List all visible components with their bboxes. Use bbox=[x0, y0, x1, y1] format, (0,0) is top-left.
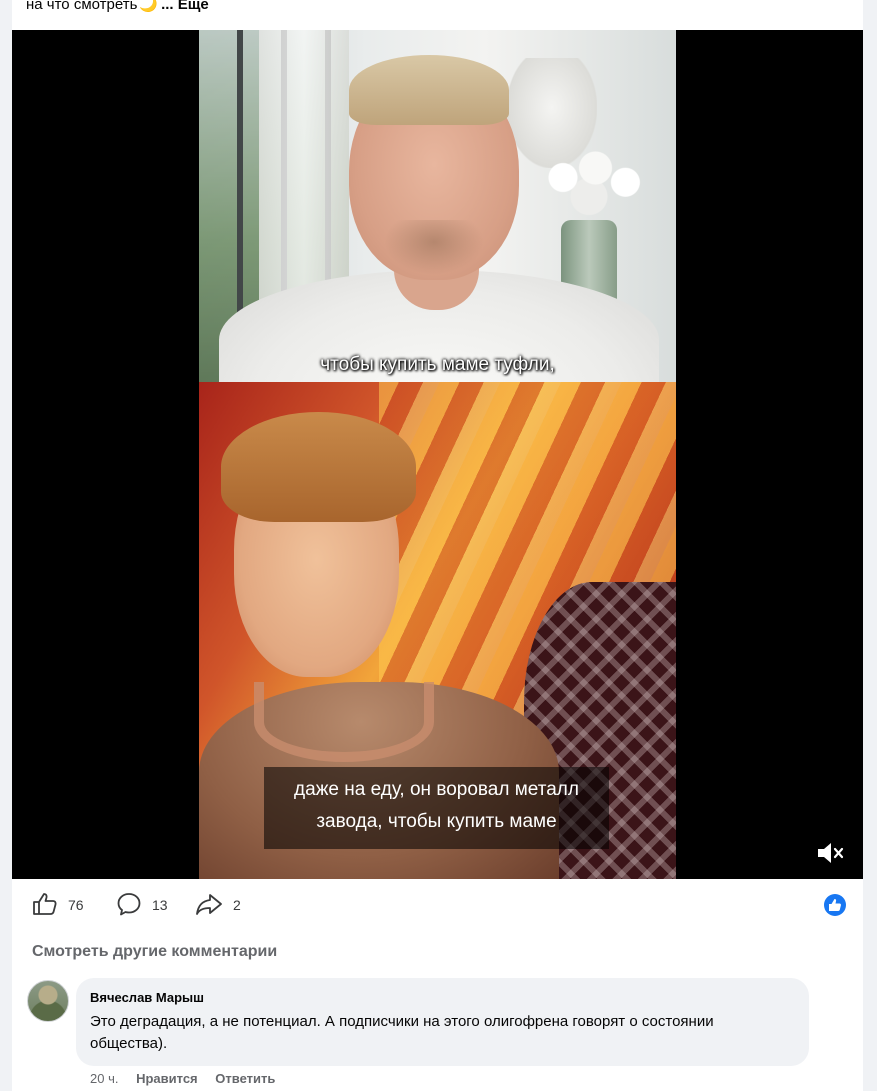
video-subtitle-box: даже на еду, он воровал металл завода, ч… bbox=[264, 767, 609, 849]
video-subtitle-line-2: завода, чтобы купить маме bbox=[316, 811, 557, 832]
thumbs-up-icon bbox=[32, 892, 68, 919]
like-reaction-icon[interactable] bbox=[824, 894, 846, 916]
video-subtitle-line-1: даже на еду, он воровал металл bbox=[294, 779, 579, 800]
see-more-link[interactable]: ... Еще bbox=[161, 0, 209, 13]
flowers-background bbox=[524, 130, 654, 225]
boy-hair bbox=[221, 412, 416, 522]
post-text-tail: на что смотреть bbox=[26, 0, 138, 13]
post-text: на что смотреть 🌙... Еще bbox=[26, 0, 209, 14]
video-frame-top: чтобы купить маме туфли, bbox=[199, 30, 676, 382]
comment-time[interactable]: 20 ч. bbox=[90, 1071, 118, 1086]
video-subtitle-top: чтобы купить маме туфли, bbox=[320, 354, 555, 375]
man-hair bbox=[349, 55, 509, 125]
comment-reply-link[interactable]: Ответить bbox=[215, 1071, 275, 1086]
avatar[interactable] bbox=[27, 980, 69, 1022]
comment-meta: 20 ч. Нравится Ответить bbox=[90, 1071, 289, 1086]
comment-bubble-icon bbox=[116, 892, 152, 919]
video-frame-bottom: даже на еду, он воровал металл завода, ч… bbox=[199, 382, 676, 879]
like-button[interactable]: 76 bbox=[32, 892, 84, 918]
post-actions-bar: 76 13 2 bbox=[12, 888, 863, 924]
comment-bubble: Вячеслав Марыш Это деградация, а не поте… bbox=[76, 978, 809, 1066]
share-button[interactable]: 2 bbox=[195, 892, 241, 918]
comment-text: Это деградация, а не потенциал. А подпис… bbox=[90, 1013, 714, 1052]
comment-button[interactable]: 13 bbox=[116, 892, 168, 918]
share-count: 2 bbox=[233, 897, 241, 913]
video-player[interactable]: чтобы купить маме туфли, даже на еду, он… bbox=[12, 30, 863, 879]
moon-emoji: 🌙 bbox=[139, 0, 159, 13]
speaker-muted-icon[interactable] bbox=[815, 840, 845, 866]
boy-collar bbox=[254, 682, 434, 762]
man-beard bbox=[384, 220, 484, 275]
comment-like-link[interactable]: Нравится bbox=[136, 1071, 198, 1086]
like-count: 76 bbox=[68, 897, 84, 913]
comment-author[interactable]: Вячеслав Марыш bbox=[90, 990, 204, 1005]
post-card: на что смотреть 🌙... Еще чтобы купить мам… bbox=[12, 0, 863, 1091]
comment-count: 13 bbox=[152, 897, 168, 913]
view-more-comments-link[interactable]: Смотреть другие комментарии bbox=[32, 943, 277, 961]
share-arrow-icon bbox=[195, 892, 233, 919]
